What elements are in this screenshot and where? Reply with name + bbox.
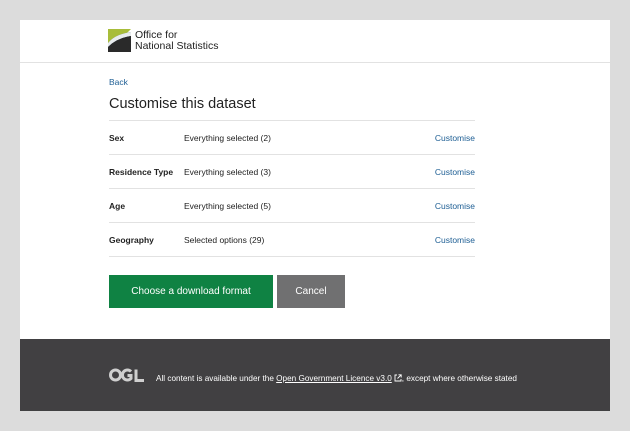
dimension-selection: Everything selected (5) xyxy=(184,200,271,211)
form-actions: Choose a download format Cancel xyxy=(109,275,475,308)
logo-line-2: National Statistics xyxy=(135,39,219,52)
page: Office for National Statistics Back Cust… xyxy=(20,20,610,411)
choose-download-format-button[interactable]: Choose a download format xyxy=(109,275,273,308)
customise-geography-link[interactable]: Customise xyxy=(435,235,475,245)
dimension-name: Sex xyxy=(109,132,125,143)
site-footer: All content is available under the Open … xyxy=(20,339,610,411)
dimension-selection: Selected options (29) xyxy=(184,234,265,245)
dimension-name: Residence Type xyxy=(109,166,174,177)
dimension-row-age: Age Everything selected (5) Customise xyxy=(109,189,475,223)
dimension-selection: Everything selected (3) xyxy=(184,166,271,177)
logo-line-1: Office for xyxy=(135,28,178,41)
cancel-button[interactable]: Cancel xyxy=(277,275,345,308)
licence-statement: All content is available under the Open … xyxy=(156,374,517,383)
external-link-icon xyxy=(394,374,402,382)
dimension-row-geography: Geography Selected options (29) Customis… xyxy=(109,223,475,257)
back-link[interactable]: Back xyxy=(109,77,128,87)
ogl-logo-icon xyxy=(109,368,144,382)
dimension-name: Age xyxy=(109,200,126,211)
ons-logo-text: Office for National Statistics xyxy=(135,28,219,52)
ons-logo-icon xyxy=(108,29,131,52)
customise-sex-link[interactable]: Customise xyxy=(435,133,475,143)
customise-residence-type-link[interactable]: Customise xyxy=(435,167,475,177)
page-title: Customise this dataset xyxy=(109,96,256,112)
site-header: Office for National Statistics xyxy=(20,20,610,63)
open-government-licence-link[interactable]: Open Government Licence v3.0 xyxy=(276,374,392,383)
main-content: Back Customise this dataset Sex Everythi… xyxy=(109,72,475,308)
licence-suffix: , except where otherwise stated xyxy=(401,374,517,383)
ons-logo-link[interactable]: Office for National Statistics xyxy=(108,29,218,52)
dimension-row-residence-type: Residence Type Everything selected (3) C… xyxy=(109,155,475,189)
dimension-name: Geography xyxy=(109,234,154,245)
dimensions-summary: Sex Everything selected (2) Customise Re… xyxy=(109,120,475,257)
customise-age-link[interactable]: Customise xyxy=(435,201,475,211)
licence-prefix: All content is available under the xyxy=(156,374,277,383)
dimension-row-sex: Sex Everything selected (2) Customise xyxy=(109,121,475,155)
dimension-selection: Everything selected (2) xyxy=(184,132,271,143)
